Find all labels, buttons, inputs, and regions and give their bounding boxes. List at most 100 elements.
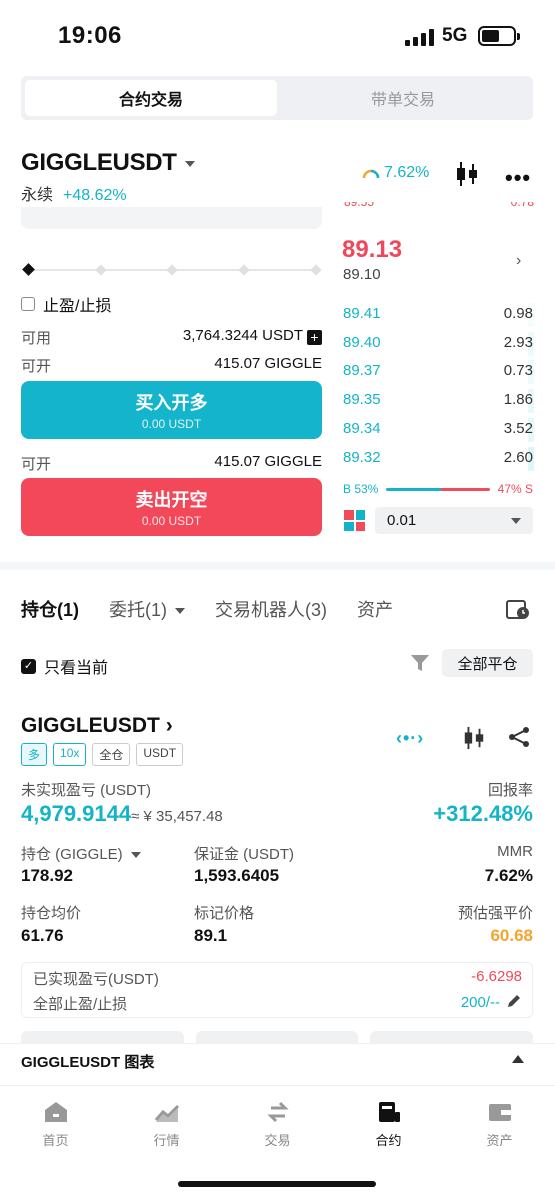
nav-futures[interactable]: 合约: [333, 1086, 444, 1160]
available-label: 可用: [21, 330, 52, 347]
bid-price: 89.34: [343, 419, 381, 437]
position-tags: 多 10x 全仓 USDT: [21, 743, 184, 766]
status-time: 19:06: [58, 22, 122, 49]
wallet-icon: [488, 1104, 511, 1121]
chevron-right-icon[interactable]: ›: [516, 252, 521, 270]
tpsl-edit[interactable]: 200/--: [461, 993, 522, 1011]
bottom-nav: 首页 行情 交易 合约 资产: [0, 1085, 555, 1160]
bid-price: 89.35: [343, 391, 381, 409]
tab-futures-trading[interactable]: 合约交易: [25, 80, 277, 116]
leverage-slider[interactable]: [22, 263, 322, 277]
more-icon[interactable]: •••: [505, 165, 531, 191]
candlestick-icon[interactable]: [462, 725, 486, 756]
available-row: 可用 3,764.3244 USDT +: [21, 327, 322, 348]
tpsl-label: 全部止盈/止损: [33, 996, 128, 1013]
gauge-icon: [362, 169, 380, 179]
entry-label: 持仓均价: [21, 905, 82, 922]
bid-qty: 2.93: [503, 333, 533, 351]
funding-value: 7.62%: [384, 164, 430, 181]
buy-label: 买入开多: [135, 393, 208, 413]
mark-price: 89.10: [343, 266, 381, 283]
leverage-badge[interactable]: 10x: [53, 743, 87, 766]
price-change: +48.62%: [63, 187, 127, 204]
symbol-selector[interactable]: GIGGLEUSDT: [21, 149, 195, 177]
candlestick-icon[interactable]: [454, 160, 480, 193]
edit-icon: [508, 995, 520, 1007]
realized-value: -6.6298: [471, 968, 522, 985]
contract-type: 永续: [21, 187, 54, 204]
contract-info: 永续 +48.62%: [21, 181, 127, 205]
nav-market[interactable]: 行情: [111, 1086, 222, 1160]
checkbox-icon: [21, 297, 35, 311]
bid-row[interactable]: 89.34 3.52: [343, 420, 533, 437]
max-open-value: 415.07 GIGGLE: [214, 453, 322, 470]
trade-mode-switch: 合约交易 带单交易: [21, 76, 533, 120]
only-current-checkbox[interactable]: ✓ 只看当前: [21, 654, 108, 678]
share-icon[interactable]: [507, 725, 531, 754]
close-all-button[interactable]: 全部平仓: [442, 649, 533, 677]
home-icon: [44, 1102, 67, 1122]
settle-badge: USDT: [136, 743, 184, 766]
ask-row-cut: 89.55 0.78: [344, 202, 534, 209]
bid-price: 89.37: [343, 362, 381, 380]
chevron-down-icon: [175, 608, 185, 615]
chevron-down-icon: [130, 852, 141, 859]
side-badge: 多: [21, 743, 48, 766]
funding-indicator[interactable]: 7.62%: [362, 164, 429, 182]
bot-icon[interactable]: ‹•·›: [396, 728, 424, 749]
position-symbol[interactable]: GIGGLEUSDT ›: [21, 714, 173, 738]
buy-amount: 0.00 USDT: [141, 417, 202, 431]
max-open-label: 可开: [21, 456, 52, 473]
precision-select[interactable]: 0.01: [375, 507, 533, 534]
book-layout-icon[interactable]: [344, 510, 365, 531]
max-open-value: 415.07 GIGGLE: [214, 355, 322, 372]
tab-orders[interactable]: 委托(1): [109, 596, 185, 622]
chevron-down-icon: [184, 160, 195, 167]
market-icon: [154, 1104, 179, 1122]
nav-home[interactable]: 首页: [0, 1086, 111, 1160]
nav-trade[interactable]: 交易: [222, 1086, 333, 1160]
chevron-down-icon: [511, 517, 521, 524]
bid-row[interactable]: 89.41 0.98: [343, 305, 533, 322]
bid-row[interactable]: 89.35 1.86: [343, 391, 533, 408]
buy-long-button[interactable]: 买入开多 0.00 USDT: [21, 381, 322, 439]
margin-label: 保证金 (USDT): [194, 846, 294, 863]
tpsl-value: 200/--: [460, 994, 500, 1011]
sell-amount: 0.00 USDT: [141, 514, 202, 528]
signal-icon: [405, 28, 434, 46]
bid-row[interactable]: 89.37 0.73: [343, 362, 533, 379]
upnl-approx: ≈ ¥ 35,457.48: [131, 808, 223, 825]
symbol-name: GIGGLEUSDT: [21, 149, 177, 176]
nav-assets[interactable]: 资产: [444, 1086, 555, 1160]
upnl-label: 未实现盈亏 (USDT): [21, 782, 151, 799]
liq-label: 预估强平价: [457, 905, 533, 922]
size-label[interactable]: 持仓 (GIGGLE): [21, 843, 141, 864]
input-card-edge: [21, 207, 322, 229]
tp-sl-checkbox[interactable]: 止盈/止损: [21, 292, 111, 316]
battery-icon: [478, 26, 520, 46]
upnl-value: 4,979.9144≈ ¥ 35,457.48: [21, 801, 223, 826]
tab-copy-trading[interactable]: 带单交易: [277, 80, 529, 116]
tab-positions[interactable]: 持仓(1): [21, 596, 79, 622]
network-type: 5G: [442, 25, 468, 46]
bid-qty: 1.86: [503, 391, 533, 409]
buy-sell-ratio: B 53% 47% S: [343, 482, 533, 496]
bid-qty: 3.52: [503, 419, 533, 437]
available-value: 3,764.3244 USDT: [182, 327, 303, 344]
transfer-plus-icon[interactable]: +: [307, 330, 322, 345]
last-price[interactable]: 89.13: [342, 236, 402, 264]
bid-row[interactable]: 89.32 2.60: [343, 449, 533, 466]
precision-value: 0.01: [387, 512, 417, 529]
bid-price: 89.40: [343, 333, 381, 351]
mark-label: 标记价格: [194, 905, 255, 922]
chevron-up-icon[interactable]: [512, 1055, 524, 1063]
sell-short-button[interactable]: 卖出开空 0.00 USDT: [21, 478, 322, 536]
bid-price: 89.32: [343, 448, 381, 466]
chevron-right-icon: ›: [165, 714, 173, 737]
bid-row[interactable]: 89.40 2.93: [343, 334, 533, 351]
tab-assets[interactable]: 资产: [357, 596, 393, 622]
section-divider: [0, 562, 555, 570]
filter-icon[interactable]: [410, 654, 430, 677]
tab-bots[interactable]: 交易机器人(3): [215, 596, 327, 622]
history-icon[interactable]: [505, 597, 531, 626]
